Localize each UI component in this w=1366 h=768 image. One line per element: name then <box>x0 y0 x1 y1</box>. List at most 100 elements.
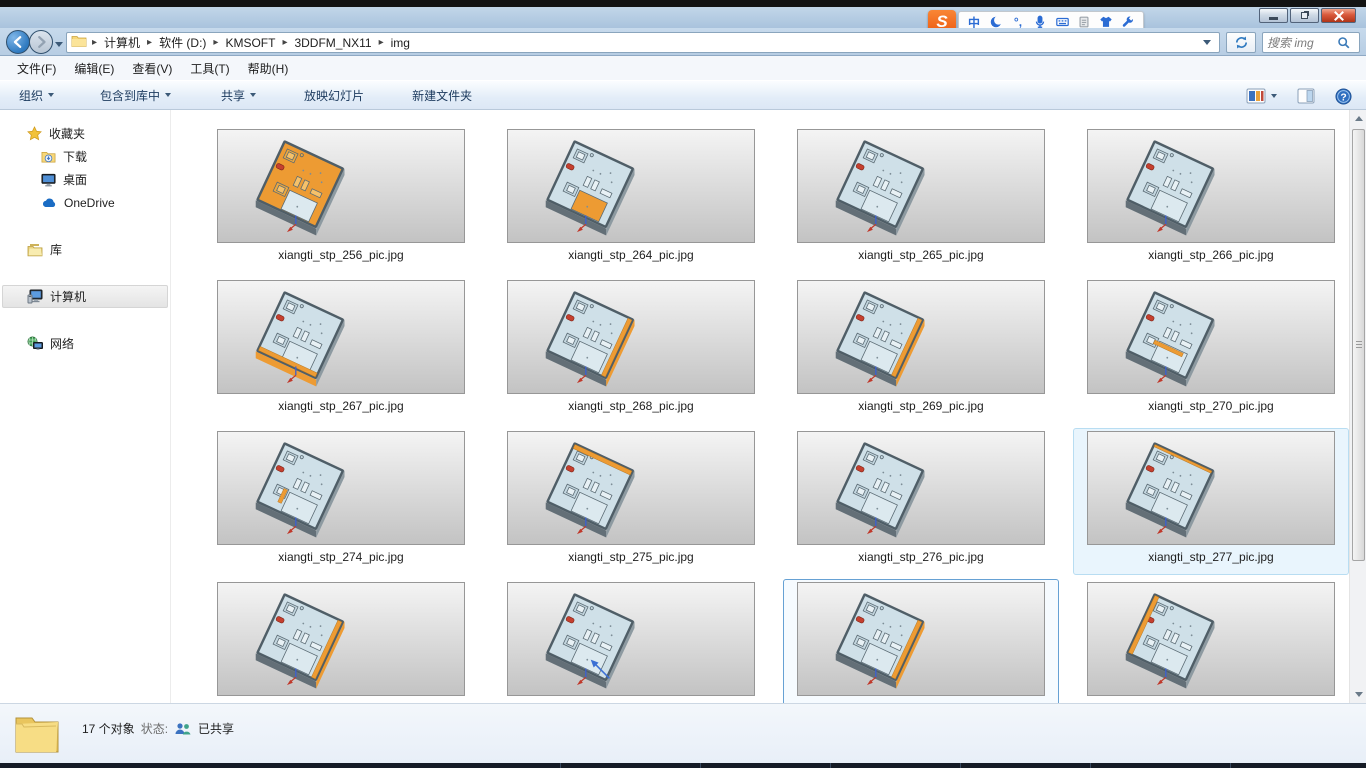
sidebar-item-libraries[interactable]: 库 <box>2 238 168 261</box>
svg-text:?: ? <box>1340 92 1346 103</box>
file-item[interactable]: xiangti_stp_275_pic.jpg <box>486 428 776 579</box>
views-button[interactable] <box>1244 86 1279 106</box>
sidebar-item-network[interactable]: 网络 <box>2 332 168 355</box>
file-item[interactable]: xiangti_stp_264_pic.jpg <box>486 126 776 277</box>
sidebar-item-onedrive[interactable]: OneDrive <box>2 191 168 214</box>
forward-button[interactable] <box>29 30 53 54</box>
file-item-frame: xiangti_stp_267_pic.jpg <box>203 277 479 424</box>
file-thumbnail <box>217 280 465 394</box>
include-in-library-button[interactable]: 包含到库中 <box>89 83 182 108</box>
sidebar-item-computer[interactable]: 计算机 <box>2 285 168 308</box>
vertical-scrollbar[interactable] <box>1349 110 1366 703</box>
file-thumbnail <box>797 582 1045 696</box>
file-item[interactable]: xiangti_stp_406_pic.jpg <box>1066 579 1349 703</box>
search-box <box>1262 32 1360 53</box>
search-icon[interactable] <box>1337 36 1351 50</box>
taskbar-edge[interactable] <box>0 763 1366 768</box>
share-label: 共享 <box>221 87 245 104</box>
sidebar-label: 下载 <box>63 148 87 165</box>
arrow-down-icon <box>1355 692 1363 697</box>
grip-icon <box>1356 341 1362 349</box>
file-item[interactable]: xiangti_stp_269_pic.jpg <box>776 277 1066 428</box>
scrollbar-thumb[interactable] <box>1352 129 1365 561</box>
scroll-down-button[interactable] <box>1350 686 1366 703</box>
file-item[interactable]: xiangti_stp_276_pic.jpg <box>776 428 1066 579</box>
network-icon <box>27 336 43 351</box>
views-icon <box>1246 88 1266 104</box>
restore-button[interactable] <box>1290 8 1319 23</box>
file-name: xiangti_stp_276_pic.jpg <box>858 550 983 564</box>
breadcrumb-computer[interactable]: 计算机 <box>102 33 142 52</box>
search-input[interactable] <box>1267 36 1337 50</box>
folder-icon <box>71 34 87 51</box>
file-item[interactable]: xiangti_stp_278_pic.jpg <box>196 579 486 703</box>
menu-help[interactable]: 帮助(H) <box>239 57 298 80</box>
breadcrumb-separator: ▸ <box>379 37 384 48</box>
breadcrumb-img[interactable]: img <box>389 35 412 51</box>
organize-label: 组织 <box>19 87 43 104</box>
address-dropdown-button[interactable] <box>1203 40 1211 45</box>
file-list: xiangti_stp_256_pic.jpg xiangti_stp_264_… <box>170 110 1349 703</box>
file-item[interactable]: xiangti_stp_266_pic.jpg <box>1066 126 1349 277</box>
history-dropdown-button[interactable] <box>55 42 63 47</box>
refresh-button[interactable] <box>1226 32 1256 53</box>
breadcrumb-kmsoft[interactable]: KMSOFT <box>223 35 277 51</box>
command-toolbar: 组织 包含到库中 共享 放映幻灯片 新建文件夹 ? <box>0 80 1366 110</box>
file-item[interactable]: xiangti_stp_268_pic.jpg <box>486 277 776 428</box>
menu-edit[interactable]: 编辑(E) <box>65 57 123 80</box>
file-item[interactable]: xiangti_stp_277_pic.jpg <box>1066 428 1349 579</box>
menu-view[interactable]: 查看(V) <box>123 57 181 80</box>
scroll-up-button[interactable] <box>1350 110 1366 127</box>
screen-top-edge <box>0 0 1366 7</box>
file-name: xiangti_stp_267_pic.jpg <box>278 399 403 413</box>
close-button[interactable] <box>1321 8 1356 23</box>
minimize-button[interactable] <box>1259 8 1288 23</box>
window-controls <box>1259 8 1356 23</box>
organize-button[interactable]: 组织 <box>8 83 65 108</box>
file-thumbnail <box>507 431 755 545</box>
back-button[interactable] <box>6 30 30 54</box>
library-icon <box>27 243 43 257</box>
file-name: xiangti_stp_277_pic.jpg <box>1148 550 1273 564</box>
slideshow-button[interactable]: 放映幻灯片 <box>293 83 375 108</box>
status-label: 状态: <box>141 720 168 737</box>
help-button[interactable]: ? <box>1333 86 1354 107</box>
breadcrumb-separator: ▸ <box>92 37 97 48</box>
file-item[interactable]: xiangti_stp_270_pic.jpg <box>1066 277 1349 428</box>
new-folder-label: 新建文件夹 <box>412 87 472 104</box>
file-item[interactable]: xiangti_stp_267_pic.jpg <box>196 277 486 428</box>
include-label: 包含到库中 <box>100 87 160 104</box>
close-icon <box>1334 11 1344 21</box>
file-thumbnail <box>797 280 1045 394</box>
sidebar-item-downloads[interactable]: 下载 <box>2 145 168 168</box>
file-thumbnail <box>1087 129 1335 243</box>
file-thumbnail <box>217 431 465 545</box>
file-item[interactable]: xiangti_stp_265_pic.jpg <box>776 126 1066 277</box>
sidebar-item-desktop[interactable]: 桌面 <box>2 168 168 191</box>
file-item[interactable]: xiangti_stp_274_pic.jpg <box>196 428 486 579</box>
file-thumbnail <box>507 129 755 243</box>
download-folder-icon <box>41 150 56 164</box>
menu-tools[interactable]: 工具(T) <box>181 57 238 80</box>
menu-file[interactable]: 文件(F) <box>8 57 65 80</box>
file-item-frame: xiangti_stp_266_pic.jpg <box>1073 126 1349 273</box>
preview-pane-button[interactable] <box>1295 86 1317 106</box>
breadcrumb-separator: ▸ <box>213 37 218 48</box>
file-item-frame: xiangti_stp_269_pic.jpg <box>783 277 1059 424</box>
file-item[interactable]: xiangti_stp_280_pic.jpg <box>776 579 1066 703</box>
file-item[interactable]: xiangti_stp_256_pic.jpg <box>196 126 486 277</box>
file-thumbnail <box>507 280 755 394</box>
sidebar-item-favorites[interactable]: 收藏夹 <box>2 122 168 145</box>
file-item[interactable]: xiangti_stp_279_pic.jpg <box>486 579 776 703</box>
breadcrumb-3ddfm-nx11[interactable]: 3DDFM_NX11 <box>292 35 373 51</box>
folder-icon-large <box>12 710 62 759</box>
file-name: xiangti_stp_270_pic.jpg <box>1148 399 1273 413</box>
address-field[interactable]: ▸ 计算机 ▸ 软件 (D:) ▸ KMSOFT ▸ 3DDFM_NX11 ▸ … <box>66 32 1220 53</box>
breadcrumb-drive-d[interactable]: 软件 (D:) <box>157 33 208 52</box>
share-button[interactable]: 共享 <box>210 83 267 108</box>
navigation-pane: 收藏夹 下载 桌面 OneDrive 库 计算机 网络 <box>0 110 170 703</box>
window-titlebar: S 中 °, <box>0 7 1366 28</box>
new-folder-button[interactable]: 新建文件夹 <box>401 83 483 108</box>
file-item-frame: xiangti_stp_268_pic.jpg <box>493 277 769 424</box>
file-thumbnail <box>1087 280 1335 394</box>
